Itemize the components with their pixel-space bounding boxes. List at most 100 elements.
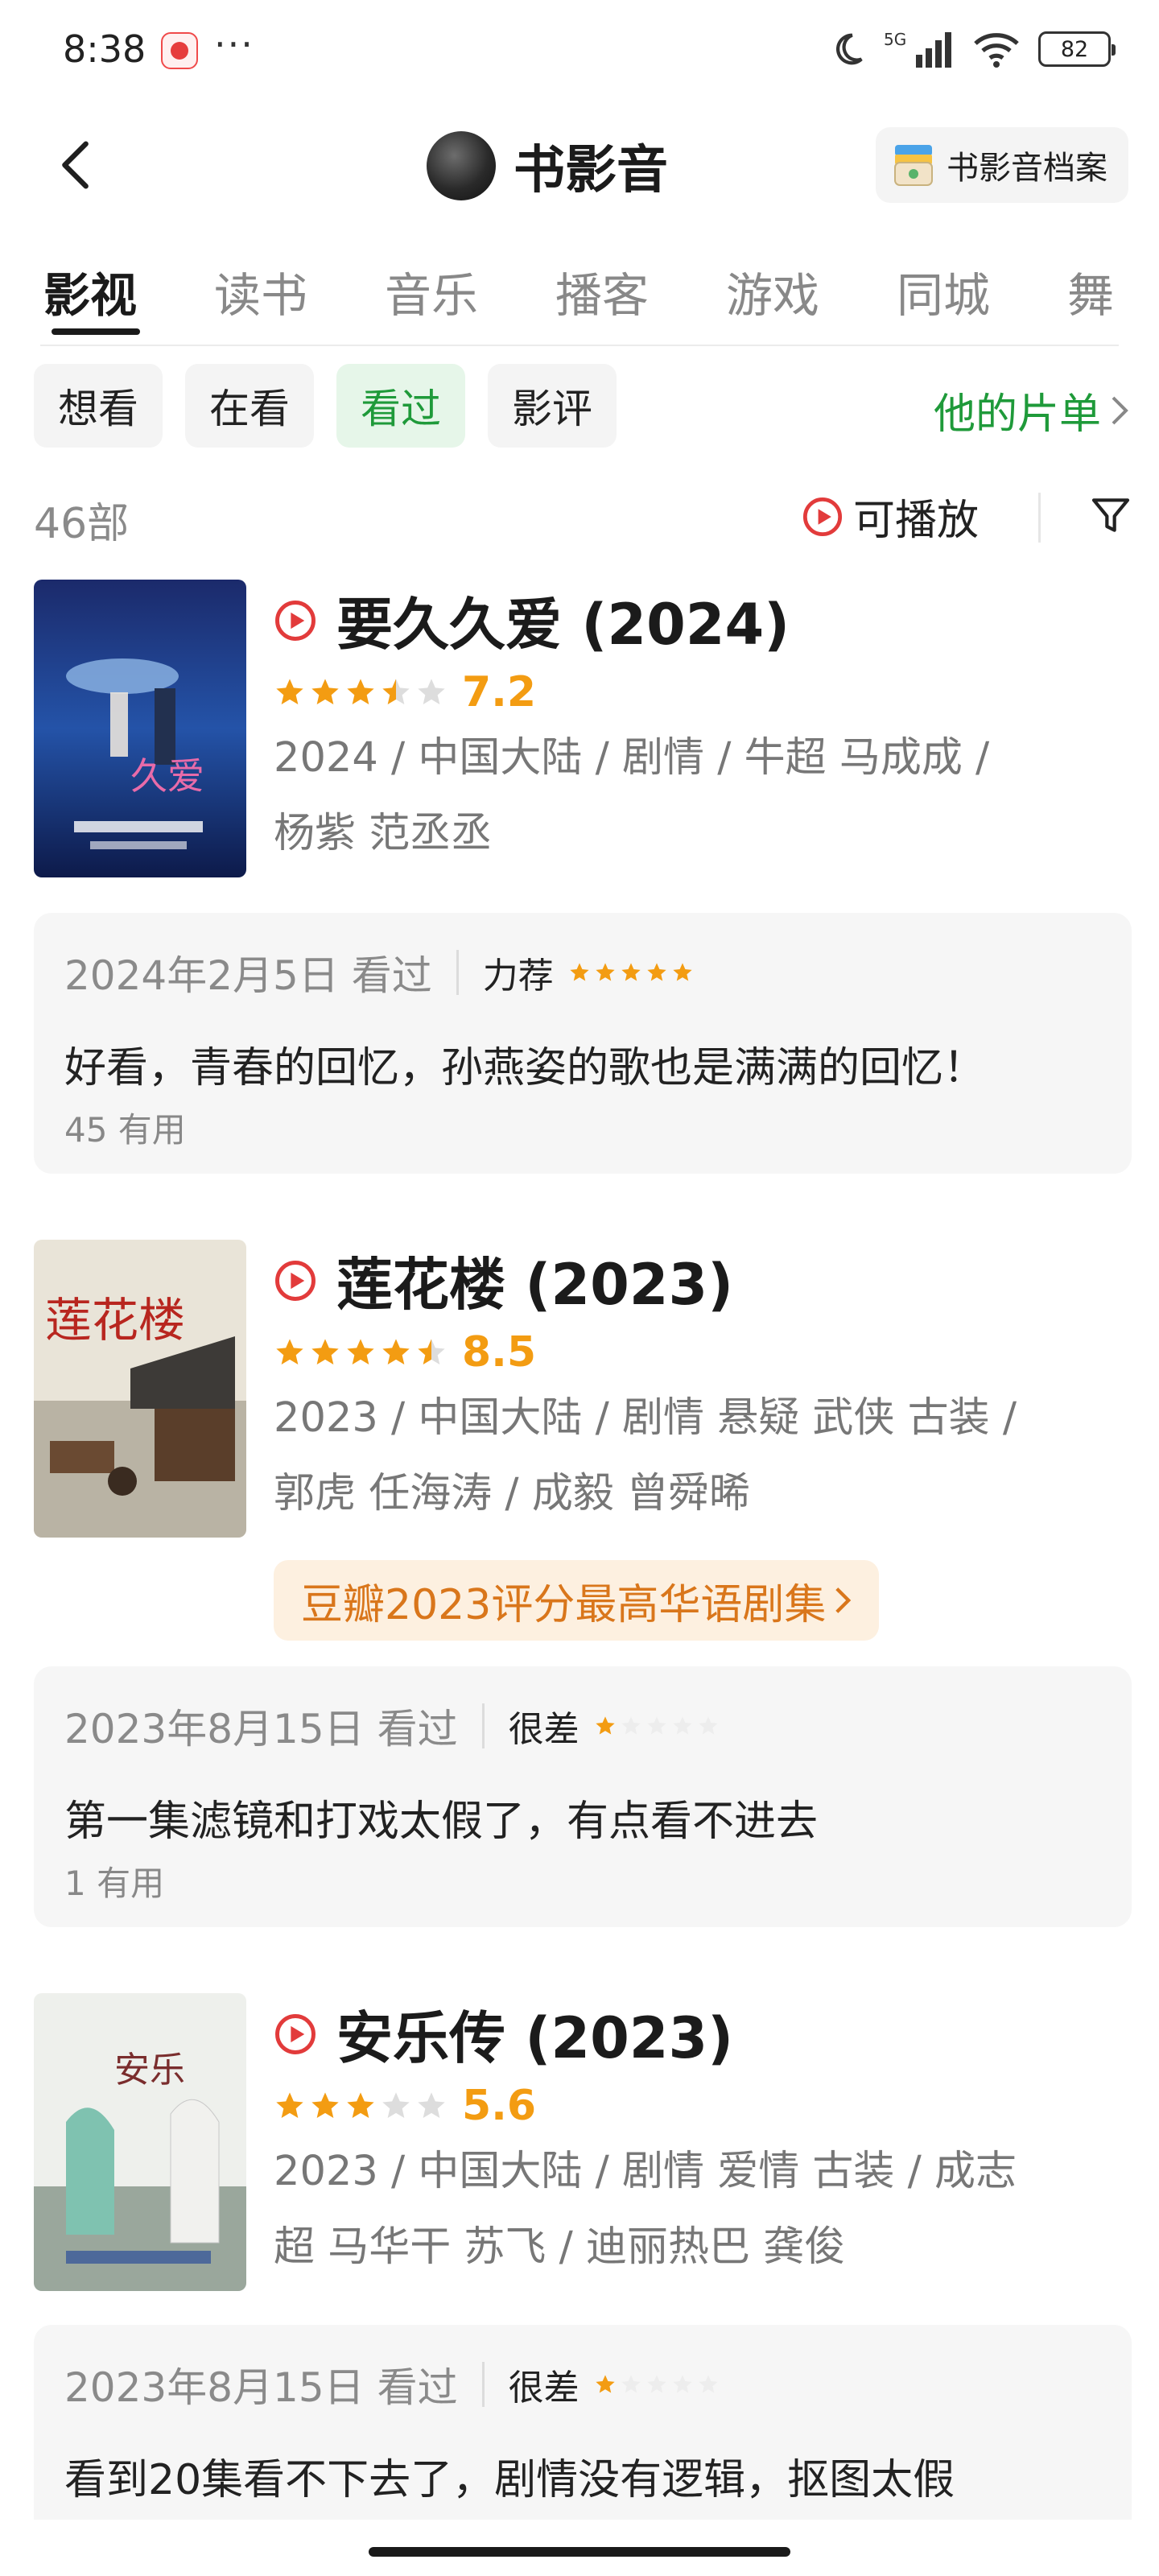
- star-icon: [647, 963, 666, 981]
- item-title[interactable]: 要久久爱 (2024): [336, 580, 790, 661]
- page-title: 书影音: [514, 141, 668, 200]
- star-icon: [347, 679, 374, 704]
- star-icon: [698, 2375, 718, 2393]
- archive-label: 书影音档案: [947, 150, 1107, 187]
- review-text: 第一集滤镜和打戏太假了，有点看不进去: [64, 1798, 819, 1846]
- poster-image[interactable]: 莲花楼: [34, 1240, 246, 1538]
- star-icon: [347, 1339, 374, 1364]
- star-icon: [382, 2092, 410, 2118]
- star-icon: [276, 2092, 303, 2118]
- chevron-right-icon: [835, 1587, 852, 1613]
- chevron-right-icon: [1112, 396, 1128, 424]
- poster-image[interactable]: 安乐: [34, 1993, 246, 2291]
- star-icon: [276, 1339, 303, 1364]
- filter-watching[interactable]: 在看: [185, 364, 314, 448]
- review-stars: [594, 2373, 723, 2396]
- divider: [456, 950, 459, 995]
- his-list-label: 他的片单: [933, 390, 1101, 439]
- archive-button[interactable]: 书影音档案: [876, 127, 1128, 203]
- divider: [1038, 493, 1041, 543]
- tab-local[interactable]: 同城: [897, 258, 990, 325]
- review-text: 好看，青春的回忆，孙燕姿的歌也是满满的回忆！: [64, 1044, 986, 1092]
- play-circle-icon: [802, 497, 843, 536]
- divider: [481, 2362, 485, 2407]
- svg-text:安乐: 安乐: [114, 2050, 185, 2091]
- svg-text:久爱: 久爱: [130, 754, 204, 798]
- rating-row: 5.6: [274, 2082, 536, 2130]
- avatar[interactable]: [427, 131, 496, 200]
- star-icon: [621, 963, 641, 981]
- star-rating: [274, 1336, 448, 1368]
- filter-icon[interactable]: [1088, 493, 1133, 538]
- meta-line: 郭虎 任海涛 / 成毅 曾舜晞: [274, 1470, 751, 1517]
- review-text: 看到20集看不下去了，剧情没有逻辑，抠图太假: [64, 2456, 955, 2504]
- item-meta: 2023 / 中国大陆 / 剧情 爱情 古装 / 成志 超 马华干 苏飞 / 迪…: [274, 2134, 1127, 2285]
- star-icon: [646, 2375, 666, 2393]
- tab-music[interactable]: 音乐: [385, 258, 478, 325]
- star-icon: [311, 1339, 339, 1364]
- review-date: 2023年8月15日 看过: [64, 1706, 458, 1752]
- star-icon: [418, 1339, 445, 1364]
- star-icon: [382, 679, 410, 704]
- poster-image[interactable]: 久爱: [34, 580, 246, 877]
- star-icon: [418, 679, 445, 704]
- home-indicator[interactable]: [369, 2547, 790, 2557]
- useful-count[interactable]: 45 有用: [64, 1103, 186, 1152]
- item-count: 46部: [34, 500, 130, 548]
- star-icon: [595, 1716, 615, 1735]
- item-meta: 2024 / 中国大陆 / 剧情 / 牛超 马成成 / 杨紫 范丞丞: [274, 720, 1127, 872]
- review-rating-label: 很差: [508, 1709, 580, 1750]
- network-type-label: 5G: [884, 30, 906, 49]
- review-card[interactable]: 2024年2月5日 看过 力荐 好看，青春的回忆，孙燕姿的歌也是满满的回忆！ 4…: [34, 913, 1132, 1174]
- category-tabs: 影视 读书 音乐 播客 游戏 同城 舞: [40, 250, 1119, 346]
- tab-games[interactable]: 游戏: [726, 258, 819, 325]
- tab-books[interactable]: 读书: [214, 258, 307, 325]
- review-header: 2023年8月15日 看过 很差: [64, 2355, 723, 2413]
- playable-toggle[interactable]: 可播放: [802, 486, 979, 547]
- play-circle-icon[interactable]: [274, 2013, 317, 2056]
- review-rating-label: 力荐: [482, 956, 554, 997]
- review-card[interactable]: 2023年8月15日 看过 很差 第一集滤镜和打戏太假了，有点看不进去 1 有用: [34, 1666, 1132, 1927]
- star-icon: [595, 2375, 615, 2393]
- page-header: 书影音 书影音档案: [0, 121, 1159, 209]
- rating-row: 7.2: [274, 668, 536, 716]
- status-indicators: 5G 82: [829, 29, 1116, 69]
- useful-count[interactable]: 1 有用: [64, 1856, 164, 1905]
- battery-indicator: 82: [1038, 31, 1116, 67]
- star-icon: [698, 1716, 718, 1735]
- wifi-icon: [974, 33, 1019, 68]
- ranking-badge-label: 豆瓣2023评分最高华语剧集: [301, 1580, 827, 1629]
- play-circle-icon[interactable]: [274, 599, 317, 642]
- star-rating: [274, 2090, 448, 2122]
- ranking-badge[interactable]: 豆瓣2023评分最高华语剧集: [274, 1560, 880, 1641]
- status-more-icon: ···: [214, 23, 254, 66]
- item-title[interactable]: 安乐传 (2023): [336, 1993, 733, 2074]
- review-date: 2024年2月5日 看过: [64, 952, 432, 999]
- star-icon: [418, 2092, 445, 2118]
- status-time: 8:38: [63, 27, 146, 71]
- back-button[interactable]: [48, 137, 105, 193]
- tab-movies[interactable]: 影视: [43, 258, 137, 325]
- svg-text:莲花楼: 莲花楼: [45, 1293, 185, 1348]
- active-tab-indicator: [52, 328, 140, 335]
- cellular-signal-icon: 5G: [884, 30, 951, 68]
- divider: [481, 1703, 485, 1748]
- star-icon: [382, 1339, 410, 1364]
- filter-reviews[interactable]: 影评: [488, 364, 617, 448]
- tab-dance[interactable]: 舞: [1067, 258, 1114, 325]
- review-header: 2023年8月15日 看过 很差: [64, 1697, 723, 1755]
- item-title[interactable]: 莲花楼 (2023): [336, 1240, 733, 1321]
- star-icon: [311, 2092, 339, 2118]
- play-circle-icon[interactable]: [274, 1259, 317, 1302]
- his-list-link[interactable]: 他的片单: [934, 380, 1130, 440]
- item-title-row: 莲花楼 (2023): [274, 1240, 733, 1321]
- tab-podcasts[interactable]: 播客: [555, 258, 649, 325]
- item-title-row: 安乐传 (2023): [274, 1993, 733, 2074]
- notification-app-icon: [161, 32, 198, 69]
- rating-score: 8.5: [462, 1328, 537, 1377]
- filter-want[interactable]: 想看: [34, 364, 163, 448]
- star-icon: [596, 963, 615, 981]
- star-icon: [621, 1716, 641, 1735]
- filter-watched[interactable]: 看过: [336, 364, 465, 448]
- rating-row: 8.5: [274, 1328, 536, 1377]
